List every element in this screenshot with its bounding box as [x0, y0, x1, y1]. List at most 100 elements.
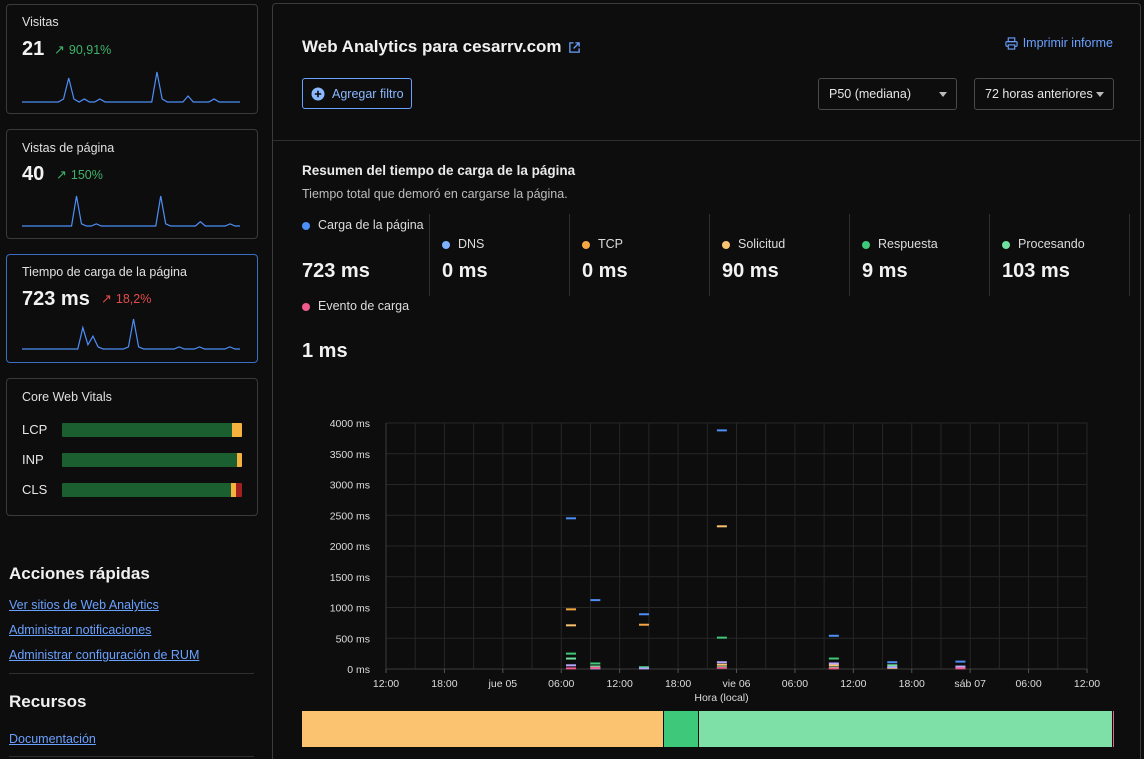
- load-time-sparkline: [22, 318, 240, 350]
- x-tick-label: 18:00: [665, 678, 691, 690]
- x-axis-title: Hora (local): [694, 692, 748, 704]
- metric-5: Procesando 103 ms: [1002, 214, 1142, 296]
- print-report-link[interactable]: Imprimir informe: [1005, 36, 1113, 50]
- y-tick-label: 1000 ms: [330, 603, 370, 615]
- x-tick-label: 06:00: [782, 678, 808, 690]
- metric-label: Solicitud: [738, 237, 786, 251]
- add-filter-label: Agregar filtro: [332, 86, 404, 101]
- cwv-segment-good: [62, 453, 237, 467]
- visits-card[interactable]: Visitas 21 ↗ 90,91%: [6, 4, 258, 114]
- link-view-sites[interactable]: Ver sitios de Web Analytics: [9, 598, 159, 612]
- x-tick-label: jue 05: [488, 678, 518, 690]
- sparkline-path: [22, 195, 240, 227]
- print-report-label: Imprimir informe: [1022, 36, 1113, 50]
- metric-1: DNS 0 ms: [442, 214, 582, 296]
- pageviews-card[interactable]: Vistas de página 40 ↗ 150%: [6, 129, 258, 239]
- y-tick-label: 500 ms: [336, 633, 370, 645]
- x-tick-label: vie 06: [722, 678, 750, 690]
- pageviews-label: Vistas de página: [22, 141, 115, 155]
- load-time-chart: 0 ms 500 ms 1000 ms 1500 ms 2000 ms 2500 ms 30…: [330, 418, 1101, 704]
- metric-label: Procesando: [1018, 237, 1085, 251]
- cwv-segment-ni: [232, 423, 242, 437]
- percentile-select[interactable]: P50 (mediana): [818, 78, 957, 110]
- pageviews-value: 40: [22, 163, 45, 185]
- breakdown-segment: [698, 711, 1113, 747]
- summary-title: Resumen del tiempo de carga de la página: [302, 163, 576, 178]
- cwv-segment-good: [62, 483, 232, 497]
- y-tick-label: 0 ms: [347, 664, 370, 676]
- link-documentation[interactable]: Documentación: [9, 732, 96, 746]
- summary-subtitle: Tiempo total que demoró en cargarse la p…: [302, 187, 568, 201]
- breakdown-segment: [663, 711, 699, 747]
- visits-label: Visitas: [22, 15, 59, 29]
- divider: [849, 214, 850, 296]
- divider: [989, 214, 990, 296]
- metric-label: Respuesta: [878, 237, 938, 251]
- divider: [569, 214, 570, 296]
- link-manage-notifications[interactable]: Administrar notificaciones: [9, 623, 151, 637]
- load-time-delta-value: 18,2%: [115, 292, 152, 306]
- cwv-metric-name: CLS: [22, 482, 48, 497]
- sidebar: Visitas 21 ↗ 90,91% Vistas de página 40 …: [0, 0, 264, 759]
- x-tick-label: 12:00: [373, 678, 399, 690]
- visits-sparkline: [22, 71, 240, 103]
- add-filter-button[interactable]: Agregar filtro: [302, 78, 412, 109]
- divider: [1129, 214, 1130, 296]
- y-tick-label: 4000 ms: [330, 418, 370, 430]
- legend-dot-icon: [302, 222, 310, 230]
- cwv-segment-good: [62, 423, 233, 437]
- link-manage-rum[interactable]: Administrar configuración de RUM: [9, 648, 199, 662]
- cwv-distribution-bar: [62, 453, 242, 467]
- x-tick-label: 06:00: [548, 678, 574, 690]
- load-time-label: Tiempo de carga de la página: [22, 265, 187, 279]
- percentile-value: P50 (mediana): [829, 87, 911, 101]
- y-tick-label: 3500 ms: [330, 449, 370, 461]
- cwv-segment-ni: [236, 453, 242, 467]
- legend-dot-icon: [722, 241, 730, 249]
- sparkline-path: [22, 318, 240, 350]
- divider: [9, 756, 254, 757]
- arrow-up-right-icon: ↗: [56, 167, 67, 182]
- metric-2: TCP 0 ms: [582, 214, 722, 296]
- pageviews-delta: ↗ 150%: [56, 167, 103, 183]
- divider: [709, 214, 710, 296]
- time-range-select[interactable]: 72 horas anteriores: [974, 78, 1114, 110]
- x-tick-label: sáb 07: [954, 678, 986, 690]
- metric-label: TCP: [598, 237, 623, 251]
- legend-dot-icon: [442, 241, 450, 249]
- metric-label: Carga de la página: [318, 218, 424, 232]
- x-tick-label: 12:00: [607, 678, 633, 690]
- chevron-down-icon: [939, 92, 947, 97]
- external-link-icon[interactable]: [568, 41, 581, 54]
- core-web-vitals-card[interactable]: Core Web Vitals LCP INP CLS: [6, 378, 258, 516]
- chevron-down-icon: [1096, 92, 1104, 97]
- visits-value: 21: [22, 38, 45, 60]
- arrow-up-right-icon: ↗: [54, 42, 65, 57]
- x-tick-label: 06:00: [1015, 678, 1041, 690]
- cwv-metric-name: LCP: [22, 422, 48, 437]
- metric-value: 0 ms: [582, 260, 628, 282]
- cwv-row-cls: CLS: [22, 482, 244, 497]
- x-tick-label: 12:00: [1074, 678, 1100, 690]
- sparkline-path: [22, 71, 240, 103]
- breakdown-segment: [302, 711, 664, 747]
- metric-0: Carga de la página 723 ms: [302, 214, 442, 296]
- metric-value: 0 ms: [442, 260, 488, 282]
- x-tick-label: 18:00: [899, 678, 925, 690]
- resources-title: Recursos: [9, 692, 87, 711]
- page-title-text: Web Analytics para cesarrv.com: [302, 37, 562, 56]
- page-title: Web Analytics para cesarrv.com: [302, 37, 581, 57]
- cwv-segment-poor: [235, 483, 242, 497]
- load-time-card[interactable]: Tiempo de carga de la página 723 ms ↗ 18…: [6, 254, 258, 363]
- y-tick-label: 1500 ms: [330, 572, 370, 584]
- divider: [429, 214, 430, 296]
- y-tick-label: 2500 ms: [330, 510, 370, 522]
- cwv-row-inp: INP: [22, 452, 244, 467]
- time-range-value: 72 horas anteriores: [985, 87, 1093, 101]
- metric-label: DNS: [458, 237, 485, 251]
- load-time-value: 723 ms: [22, 288, 90, 310]
- breakdown-segment: [1112, 711, 1114, 747]
- main-panel: Web Analytics para cesarrv.com Imprimir …: [272, 3, 1141, 759]
- metric-value: 723 ms: [302, 260, 370, 282]
- metric-value: 90 ms: [722, 260, 779, 282]
